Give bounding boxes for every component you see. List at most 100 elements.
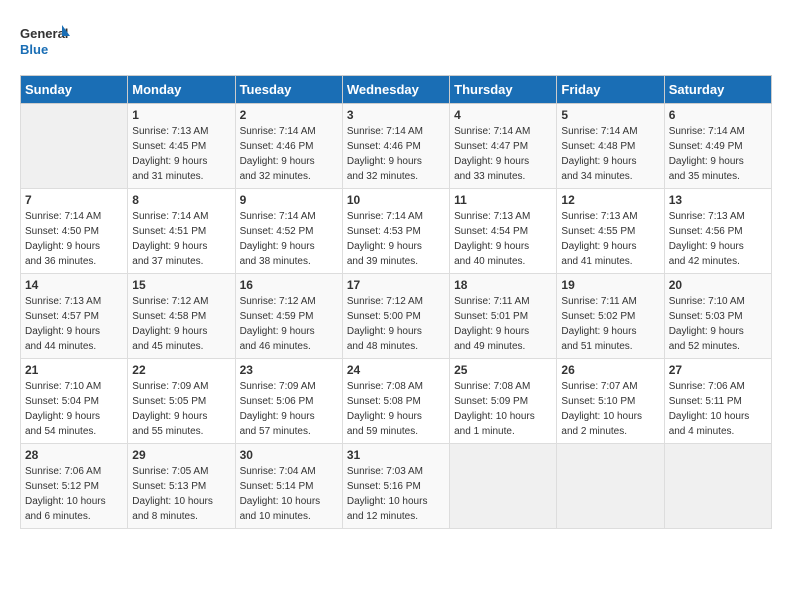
- day-info: Sunrise: 7:08 AM Sunset: 5:08 PM Dayligh…: [347, 379, 445, 439]
- day-info: Sunrise: 7:12 AM Sunset: 4:59 PM Dayligh…: [240, 294, 338, 354]
- calendar-cell: 31Sunrise: 7:03 AM Sunset: 5:16 PM Dayli…: [342, 444, 449, 529]
- calendar-body: 1 Sunrise: 7:13 AM Sunset: 4:45 PM Daylig…: [21, 104, 772, 529]
- calendar-cell: [664, 444, 771, 529]
- day-info: Sunrise: 7:14 AM Sunset: 4:53 PM Dayligh…: [347, 209, 445, 269]
- day-number: 27: [669, 363, 767, 377]
- day-info: Sunrise: 7:11 AM Sunset: 5:01 PM Dayligh…: [454, 294, 552, 354]
- day-info: Sunrise: 7:09 AM Sunset: 5:05 PM Dayligh…: [132, 379, 230, 439]
- page-header: General Blue: [20, 20, 772, 65]
- calendar-cell: 13 Sunrise: 7:13 AM Sunset: 4:56 PM Dayli…: [664, 189, 771, 274]
- calendar-cell: 20 Sunrise: 7:10 AM Sunset: 5:03 PM Dayli…: [664, 274, 771, 359]
- header-cell-thursday: Thursday: [450, 76, 557, 104]
- day-number: 24: [347, 363, 445, 377]
- day-number: 20: [669, 278, 767, 292]
- day-number: 11: [454, 193, 552, 207]
- logo-graphic: General Blue: [20, 20, 70, 65]
- calendar-cell: 5 Sunrise: 7:14 AM Sunset: 4:48 PM Daylig…: [557, 104, 664, 189]
- day-info: Sunrise: 7:04 AM Sunset: 5:14 PM Dayligh…: [240, 464, 338, 524]
- day-number: 1: [132, 108, 230, 122]
- day-info: Sunrise: 7:03 AM Sunset: 5:16 PM Dayligh…: [347, 464, 445, 524]
- day-number: 7: [25, 193, 123, 207]
- day-info: Sunrise: 7:14 AM Sunset: 4:52 PM Dayligh…: [240, 209, 338, 269]
- day-info: Sunrise: 7:11 AM Sunset: 5:02 PM Dayligh…: [561, 294, 659, 354]
- day-info: Sunrise: 7:05 AM Sunset: 5:13 PM Dayligh…: [132, 464, 230, 524]
- calendar-week-2: 7Sunrise: 7:14 AM Sunset: 4:50 PM Daylig…: [21, 189, 772, 274]
- day-number: 25: [454, 363, 552, 377]
- day-number: 6: [669, 108, 767, 122]
- day-number: 2: [240, 108, 338, 122]
- calendar-table: SundayMondayTuesdayWednesdayThursdayFrid…: [20, 75, 772, 529]
- calendar-cell: 24 Sunrise: 7:08 AM Sunset: 5:08 PM Dayli…: [342, 359, 449, 444]
- calendar-cell: 12 Sunrise: 7:13 AM Sunset: 4:55 PM Dayli…: [557, 189, 664, 274]
- day-info: Sunrise: 7:10 AM Sunset: 5:03 PM Dayligh…: [669, 294, 767, 354]
- day-info: Sunrise: 7:10 AM Sunset: 5:04 PM Dayligh…: [25, 379, 123, 439]
- calendar-cell: 1 Sunrise: 7:13 AM Sunset: 4:45 PM Daylig…: [128, 104, 235, 189]
- day-info: Sunrise: 7:14 AM Sunset: 4:51 PM Dayligh…: [132, 209, 230, 269]
- day-info: Sunrise: 7:12 AM Sunset: 5:00 PM Dayligh…: [347, 294, 445, 354]
- day-info: Sunrise: 7:08 AM Sunset: 5:09 PM Dayligh…: [454, 379, 552, 439]
- day-info: Sunrise: 7:14 AM Sunset: 4:46 PM Dayligh…: [240, 124, 338, 184]
- calendar-cell: 3Sunrise: 7:14 AM Sunset: 4:46 PM Daylig…: [342, 104, 449, 189]
- day-number: 18: [454, 278, 552, 292]
- calendar-cell: 17 Sunrise: 7:12 AM Sunset: 5:00 PM Dayli…: [342, 274, 449, 359]
- header-cell-sunday: Sunday: [21, 76, 128, 104]
- header-cell-saturday: Saturday: [664, 76, 771, 104]
- svg-text:General: General: [20, 26, 68, 41]
- day-number: 26: [561, 363, 659, 377]
- day-info: Sunrise: 7:13 AM Sunset: 4:57 PM Dayligh…: [25, 294, 123, 354]
- day-number: 17: [347, 278, 445, 292]
- day-number: 28: [25, 448, 123, 462]
- day-number: 10: [347, 193, 445, 207]
- calendar-cell: 6Sunrise: 7:14 AM Sunset: 4:49 PM Daylig…: [664, 104, 771, 189]
- day-number: 13: [669, 193, 767, 207]
- calendar-cell: 18 Sunrise: 7:11 AM Sunset: 5:01 PM Dayli…: [450, 274, 557, 359]
- day-number: 29: [132, 448, 230, 462]
- calendar-cell: 7Sunrise: 7:14 AM Sunset: 4:50 PM Daylig…: [21, 189, 128, 274]
- day-info: Sunrise: 7:07 AM Sunset: 5:10 PM Dayligh…: [561, 379, 659, 439]
- calendar-cell: 25 Sunrise: 7:08 AM Sunset: 5:09 PM Dayli…: [450, 359, 557, 444]
- calendar-week-5: 28 Sunrise: 7:06 AM Sunset: 5:12 PM Dayli…: [21, 444, 772, 529]
- day-info: Sunrise: 7:06 AM Sunset: 5:12 PM Dayligh…: [25, 464, 123, 524]
- header-cell-wednesday: Wednesday: [342, 76, 449, 104]
- calendar-cell: 16Sunrise: 7:12 AM Sunset: 4:59 PM Dayli…: [235, 274, 342, 359]
- calendar-cell: 29 Sunrise: 7:05 AM Sunset: 5:13 PM Dayli…: [128, 444, 235, 529]
- calendar-week-1: 1 Sunrise: 7:13 AM Sunset: 4:45 PM Daylig…: [21, 104, 772, 189]
- svg-text:Blue: Blue: [20, 42, 48, 57]
- header-row: SundayMondayTuesdayWednesdayThursdayFrid…: [21, 76, 772, 104]
- calendar-header: SundayMondayTuesdayWednesdayThursdayFrid…: [21, 76, 772, 104]
- day-number: 23: [240, 363, 338, 377]
- day-info: Sunrise: 7:13 AM Sunset: 4:56 PM Dayligh…: [669, 209, 767, 269]
- day-number: 5: [561, 108, 659, 122]
- day-number: 15: [132, 278, 230, 292]
- calendar-cell: 15 Sunrise: 7:12 AM Sunset: 4:58 PM Dayli…: [128, 274, 235, 359]
- day-number: 30: [240, 448, 338, 462]
- day-number: 4: [454, 108, 552, 122]
- calendar-cell: 30 Sunrise: 7:04 AM Sunset: 5:14 PM Dayli…: [235, 444, 342, 529]
- calendar-cell: [21, 104, 128, 189]
- day-number: 8: [132, 193, 230, 207]
- day-number: 21: [25, 363, 123, 377]
- day-info: Sunrise: 7:06 AM Sunset: 5:11 PM Dayligh…: [669, 379, 767, 439]
- calendar-cell: 21 Sunrise: 7:10 AM Sunset: 5:04 PM Dayli…: [21, 359, 128, 444]
- day-info: Sunrise: 7:13 AM Sunset: 4:55 PM Dayligh…: [561, 209, 659, 269]
- day-info: Sunrise: 7:13 AM Sunset: 4:45 PM Dayligh…: [132, 124, 230, 184]
- calendar-cell: 10 Sunrise: 7:14 AM Sunset: 4:53 PM Dayli…: [342, 189, 449, 274]
- calendar-cell: 4 Sunrise: 7:14 AM Sunset: 4:47 PM Daylig…: [450, 104, 557, 189]
- day-info: Sunrise: 7:14 AM Sunset: 4:48 PM Dayligh…: [561, 124, 659, 184]
- day-info: Sunrise: 7:13 AM Sunset: 4:54 PM Dayligh…: [454, 209, 552, 269]
- day-info: Sunrise: 7:09 AM Sunset: 5:06 PM Dayligh…: [240, 379, 338, 439]
- calendar-cell: 22 Sunrise: 7:09 AM Sunset: 5:05 PM Dayli…: [128, 359, 235, 444]
- calendar-week-4: 21 Sunrise: 7:10 AM Sunset: 5:04 PM Dayli…: [21, 359, 772, 444]
- logo: General Blue: [20, 20, 72, 65]
- day-info: Sunrise: 7:14 AM Sunset: 4:47 PM Dayligh…: [454, 124, 552, 184]
- day-number: 19: [561, 278, 659, 292]
- day-info: Sunrise: 7:12 AM Sunset: 4:58 PM Dayligh…: [132, 294, 230, 354]
- calendar-cell: 28 Sunrise: 7:06 AM Sunset: 5:12 PM Dayli…: [21, 444, 128, 529]
- calendar-cell: 27 Sunrise: 7:06 AM Sunset: 5:11 PM Dayli…: [664, 359, 771, 444]
- calendar-cell: 11 Sunrise: 7:13 AM Sunset: 4:54 PM Dayli…: [450, 189, 557, 274]
- day-info: Sunrise: 7:14 AM Sunset: 4:46 PM Dayligh…: [347, 124, 445, 184]
- calendar-cell: 9Sunrise: 7:14 AM Sunset: 4:52 PM Daylig…: [235, 189, 342, 274]
- calendar-cell: [450, 444, 557, 529]
- day-number: 22: [132, 363, 230, 377]
- day-number: 12: [561, 193, 659, 207]
